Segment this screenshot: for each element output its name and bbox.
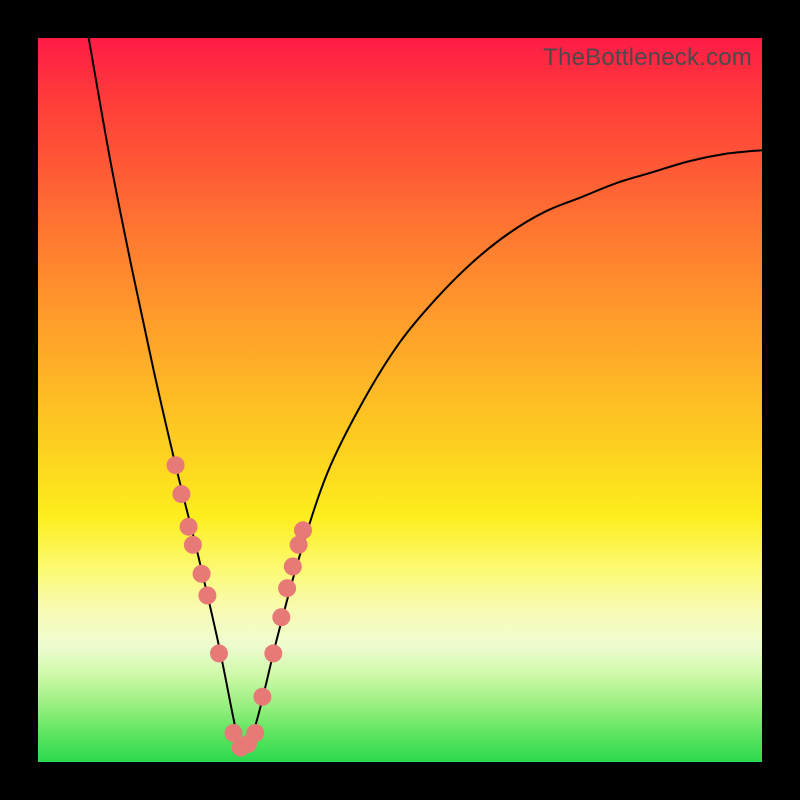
plot-area: TheBottleneck.com <box>38 38 762 762</box>
chart-svg <box>38 38 762 762</box>
highlight-dot <box>180 518 198 536</box>
highlight-dot <box>167 456 185 474</box>
highlight-dot <box>284 558 302 576</box>
highlight-dot <box>264 644 282 662</box>
highlight-dot <box>198 587 216 605</box>
highlight-dot <box>210 644 228 662</box>
highlight-dot <box>294 521 312 539</box>
bottleneck-curve <box>89 38 762 748</box>
highlight-dot <box>193 565 211 583</box>
chart-frame: TheBottleneck.com <box>0 0 800 800</box>
highlight-dots <box>167 456 312 756</box>
highlight-dot <box>272 608 290 626</box>
highlight-dot <box>172 485 190 503</box>
highlight-dot <box>253 688 271 706</box>
highlight-dot <box>184 536 202 554</box>
highlight-dot <box>278 579 296 597</box>
highlight-dot <box>246 724 264 742</box>
